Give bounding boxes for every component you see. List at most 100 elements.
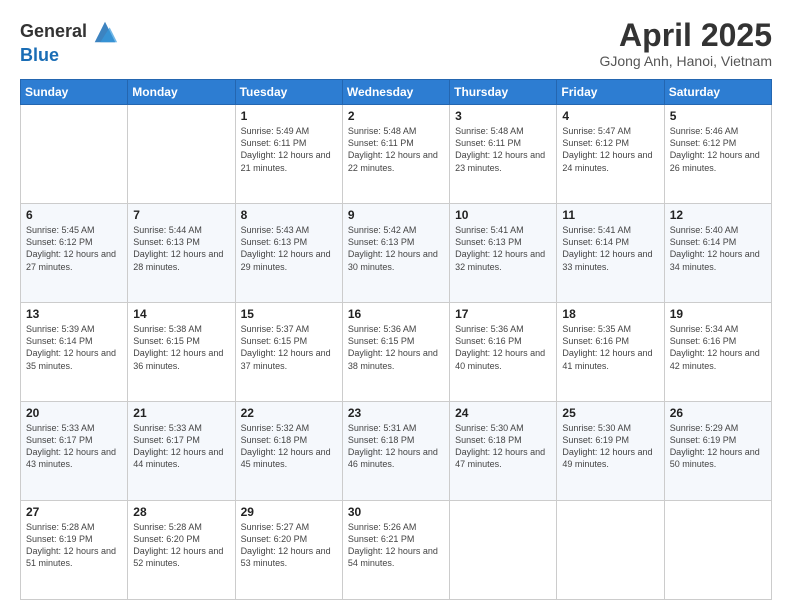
location-subtitle: GJong Anh, Hanoi, Vietnam [599, 53, 772, 69]
day-info: Sunrise: 5:28 AM Sunset: 6:19 PM Dayligh… [26, 521, 122, 570]
calendar-cell [450, 501, 557, 600]
day-number: 27 [26, 505, 122, 519]
day-number: 19 [670, 307, 766, 321]
day-info: Sunrise: 5:34 AM Sunset: 6:16 PM Dayligh… [670, 323, 766, 372]
day-info: Sunrise: 5:44 AM Sunset: 6:13 PM Dayligh… [133, 224, 229, 273]
logo: General Blue [20, 18, 119, 66]
calendar-cell: 3 Sunrise: 5:48 AM Sunset: 6:11 PM Daylig… [450, 105, 557, 204]
calendar-cell: 30 Sunrise: 5:26 AM Sunset: 6:21 PM Dayli… [342, 501, 449, 600]
calendar-cell: 9Sunrise: 5:42 AM Sunset: 6:13 PM Daylig… [342, 204, 449, 303]
day-number: 4 [562, 109, 658, 123]
calendar-cell: 14 Sunrise: 5:38 AM Sunset: 6:15 PM Dayli… [128, 303, 235, 402]
calendar-cell [21, 105, 128, 204]
day-info: Sunrise: 5:36 AM Sunset: 6:15 PM Dayligh… [348, 323, 444, 372]
weekday-header-thursday: Thursday [450, 80, 557, 105]
calendar-cell: 24Sunrise: 5:30 AM Sunset: 6:18 PM Dayli… [450, 402, 557, 501]
calendar-cell [664, 501, 771, 600]
calendar-header-row: SundayMondayTuesdayWednesdayThursdayFrid… [21, 80, 772, 105]
day-number: 25 [562, 406, 658, 420]
calendar-cell: 28 Sunrise: 5:28 AM Sunset: 6:20 PM Dayli… [128, 501, 235, 600]
calendar-cell: 7 Sunrise: 5:44 AM Sunset: 6:13 PM Daylig… [128, 204, 235, 303]
day-number: 30 [348, 505, 444, 519]
title-area: April 2025 GJong Anh, Hanoi, Vietnam [599, 18, 772, 69]
calendar-cell: 21 Sunrise: 5:33 AM Sunset: 6:17 PM Dayli… [128, 402, 235, 501]
day-info: Sunrise: 5:33 AM Sunset: 6:17 PM Dayligh… [26, 422, 122, 471]
calendar-cell: 15Sunrise: 5:37 AM Sunset: 6:15 PM Dayli… [235, 303, 342, 402]
day-number: 29 [241, 505, 337, 519]
calendar-cell: 19 Sunrise: 5:34 AM Sunset: 6:16 PM Dayli… [664, 303, 771, 402]
calendar-cell [128, 105, 235, 204]
day-info: Sunrise: 5:35 AM Sunset: 6:16 PM Dayligh… [562, 323, 658, 372]
day-info: Sunrise: 5:28 AM Sunset: 6:20 PM Dayligh… [133, 521, 229, 570]
day-number: 8 [241, 208, 337, 222]
day-number: 7 [133, 208, 229, 222]
day-info: Sunrise: 5:45 AM Sunset: 6:12 PM Dayligh… [26, 224, 122, 273]
day-number: 17 [455, 307, 551, 321]
day-info: Sunrise: 5:40 AM Sunset: 6:14 PM Dayligh… [670, 224, 766, 273]
calendar-week-row: 20 Sunrise: 5:33 AM Sunset: 6:17 PM Dayli… [21, 402, 772, 501]
weekday-header-sunday: Sunday [21, 80, 128, 105]
calendar-body: 1Sunrise: 5:49 AM Sunset: 6:11 PM Daylig… [21, 105, 772, 600]
day-number: 21 [133, 406, 229, 420]
day-number: 28 [133, 505, 229, 519]
day-number: 9 [348, 208, 444, 222]
calendar-page: General Blue April 2025 GJong Anh, Hanoi… [0, 0, 792, 612]
header: General Blue April 2025 GJong Anh, Hanoi… [20, 18, 772, 69]
logo-blue-text: Blue [20, 46, 59, 66]
calendar-cell: 18 Sunrise: 5:35 AM Sunset: 6:16 PM Dayli… [557, 303, 664, 402]
day-number: 5 [670, 109, 766, 123]
day-info: Sunrise: 5:41 AM Sunset: 6:13 PM Dayligh… [455, 224, 551, 273]
day-info: Sunrise: 5:48 AM Sunset: 6:11 PM Dayligh… [455, 125, 551, 174]
day-info: Sunrise: 5:41 AM Sunset: 6:14 PM Dayligh… [562, 224, 658, 273]
day-number: 14 [133, 307, 229, 321]
day-number: 22 [241, 406, 337, 420]
weekday-header-saturday: Saturday [664, 80, 771, 105]
day-number: 16 [348, 307, 444, 321]
day-info: Sunrise: 5:37 AM Sunset: 6:15 PM Dayligh… [241, 323, 337, 372]
calendar-cell: 22Sunrise: 5:32 AM Sunset: 6:18 PM Dayli… [235, 402, 342, 501]
logo-icon [91, 18, 119, 46]
day-info: Sunrise: 5:30 AM Sunset: 6:19 PM Dayligh… [562, 422, 658, 471]
weekday-header-monday: Monday [128, 80, 235, 105]
day-info: Sunrise: 5:26 AM Sunset: 6:21 PM Dayligh… [348, 521, 444, 570]
calendar-cell: 6 Sunrise: 5:45 AM Sunset: 6:12 PM Daylig… [21, 204, 128, 303]
day-info: Sunrise: 5:29 AM Sunset: 6:19 PM Dayligh… [670, 422, 766, 471]
calendar-cell: 2Sunrise: 5:48 AM Sunset: 6:11 PM Daylig… [342, 105, 449, 204]
day-number: 23 [348, 406, 444, 420]
calendar-week-row: 27 Sunrise: 5:28 AM Sunset: 6:19 PM Dayli… [21, 501, 772, 600]
day-number: 24 [455, 406, 551, 420]
day-number: 26 [670, 406, 766, 420]
day-number: 18 [562, 307, 658, 321]
calendar-week-row: 13 Sunrise: 5:39 AM Sunset: 6:14 PM Dayli… [21, 303, 772, 402]
day-number: 13 [26, 307, 122, 321]
calendar-cell: 13 Sunrise: 5:39 AM Sunset: 6:14 PM Dayli… [21, 303, 128, 402]
day-info: Sunrise: 5:36 AM Sunset: 6:16 PM Dayligh… [455, 323, 551, 372]
day-number: 6 [26, 208, 122, 222]
calendar-cell: 4 Sunrise: 5:47 AM Sunset: 6:12 PM Daylig… [557, 105, 664, 204]
calendar-cell: 20 Sunrise: 5:33 AM Sunset: 6:17 PM Dayli… [21, 402, 128, 501]
calendar-cell: 17 Sunrise: 5:36 AM Sunset: 6:16 PM Dayli… [450, 303, 557, 402]
month-title: April 2025 [599, 18, 772, 53]
calendar-table: SundayMondayTuesdayWednesdayThursdayFrid… [20, 79, 772, 600]
day-info: Sunrise: 5:33 AM Sunset: 6:17 PM Dayligh… [133, 422, 229, 471]
calendar-cell: 8 Sunrise: 5:43 AM Sunset: 6:13 PM Daylig… [235, 204, 342, 303]
weekday-header-friday: Friday [557, 80, 664, 105]
day-number: 12 [670, 208, 766, 222]
calendar-cell [557, 501, 664, 600]
day-info: Sunrise: 5:38 AM Sunset: 6:15 PM Dayligh… [133, 323, 229, 372]
day-info: Sunrise: 5:47 AM Sunset: 6:12 PM Dayligh… [562, 125, 658, 174]
calendar-cell: 16 Sunrise: 5:36 AM Sunset: 6:15 PM Dayli… [342, 303, 449, 402]
day-info: Sunrise: 5:39 AM Sunset: 6:14 PM Dayligh… [26, 323, 122, 372]
calendar-cell: 23Sunrise: 5:31 AM Sunset: 6:18 PM Dayli… [342, 402, 449, 501]
weekday-header-tuesday: Tuesday [235, 80, 342, 105]
logo-text: General [20, 22, 87, 42]
day-number: 3 [455, 109, 551, 123]
day-number: 10 [455, 208, 551, 222]
day-info: Sunrise: 5:49 AM Sunset: 6:11 PM Dayligh… [241, 125, 337, 174]
day-info: Sunrise: 5:43 AM Sunset: 6:13 PM Dayligh… [241, 224, 337, 273]
day-info: Sunrise: 5:48 AM Sunset: 6:11 PM Dayligh… [348, 125, 444, 174]
calendar-cell: 25 Sunrise: 5:30 AM Sunset: 6:19 PM Dayli… [557, 402, 664, 501]
day-info: Sunrise: 5:27 AM Sunset: 6:20 PM Dayligh… [241, 521, 337, 570]
day-number: 20 [26, 406, 122, 420]
day-number: 11 [562, 208, 658, 222]
